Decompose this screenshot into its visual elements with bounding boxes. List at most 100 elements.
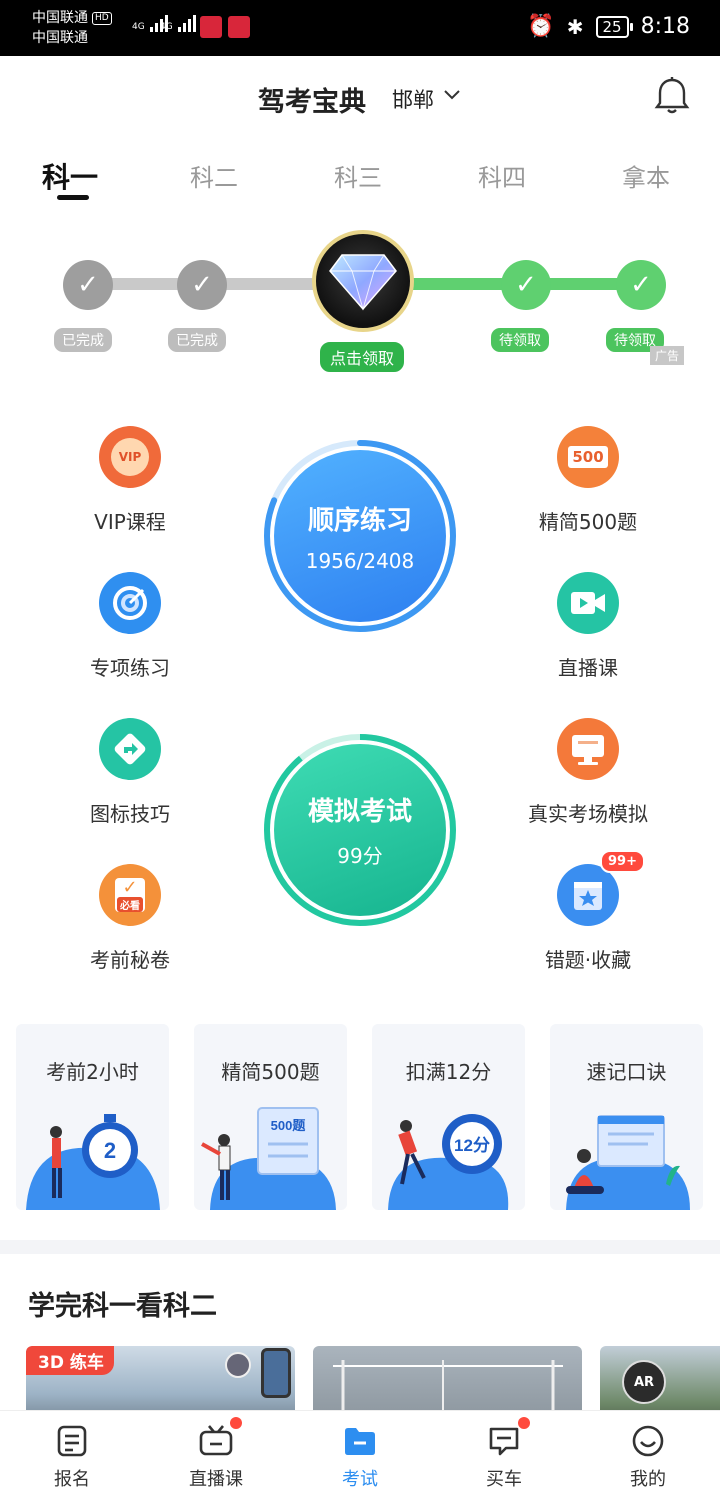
feature-live[interactable]: 直播课 (488, 572, 688, 681)
step-tag-2: 已完成 (168, 328, 226, 352)
feature-vip[interactable]: VIP VIP课程 (30, 426, 230, 535)
chevron-down-icon[interactable] (442, 84, 462, 109)
card-2-hours[interactable]: 考前2小时 2 (16, 1024, 169, 1210)
tab-ke3[interactable]: 科三 (334, 158, 382, 193)
gauge-icon (225, 1352, 251, 1378)
tab-ke4[interactable]: 科四 (478, 158, 526, 193)
stopwatch-text: 2 (104, 1138, 116, 1163)
exam-score: 99分 (337, 844, 383, 868)
card-title: 考前2小时 (46, 1060, 139, 1084)
video-thumbnails: 3D 练车 AR (0, 1346, 720, 1410)
diamond-icon[interactable] (312, 230, 414, 332)
nav-label: 考试 (342, 1469, 378, 1490)
thumb-ar[interactable]: AR (600, 1346, 720, 1410)
card-title: 扣满12分 (405, 1060, 492, 1084)
tab-ke1[interactable]: 科一 (42, 156, 98, 196)
hd-badge: HD (92, 12, 112, 25)
tab-naben[interactable]: 拿本 (622, 158, 670, 193)
scroll-text: 500题 (271, 1118, 307, 1133)
check-icon: ✓ (177, 260, 227, 310)
mock-exam-button[interactable]: 模拟考试 99分 (260, 730, 460, 930)
carrier-info: 中国联通 HD 中国联通 (32, 8, 112, 48)
feature-special-practice[interactable]: 专项练习 (30, 572, 230, 681)
carrier-1: 中国联通 (32, 10, 88, 26)
must-see-label: 必看 (117, 897, 143, 912)
clock-text: 12分 (454, 1136, 490, 1155)
status-bar: 中国联通 HD 中国联通 4G 4G ⏰ ✱ 25 8:18 (0, 0, 720, 56)
ad-label: 广告 (650, 346, 685, 365)
chat-car-icon (489, 1427, 519, 1456)
folder-icon (345, 1428, 375, 1455)
app-title: 驾考宝典 (258, 87, 366, 118)
card-12-points[interactable]: 扣满12分 12分 (372, 1024, 525, 1210)
road-sign-icon (99, 718, 161, 780)
nav-live[interactable]: 直播课 (144, 1411, 288, 1496)
feature-sign-tips[interactable]: 图标技巧 (30, 718, 230, 827)
tab-indicator (57, 195, 89, 200)
check-icon: ✓ (616, 260, 666, 310)
notification-dot (230, 1417, 242, 1429)
section-title: 学完科一看科二 (28, 1291, 217, 1322)
count-badge: 99+ (600, 850, 645, 873)
stopwatch-illustration: 2 (26, 1114, 160, 1210)
city-selector[interactable]: 邯郸 (392, 84, 434, 114)
feature-exam-secret[interactable]: ✓ 必看 考前秘卷 (30, 864, 230, 973)
card-500[interactable]: 精简500题 500题 (194, 1024, 347, 1210)
notification-app-icon (200, 16, 222, 38)
section-divider (0, 1240, 720, 1254)
topic-cards: 考前2小时 2 精简500题 500题 扣满12分 12分 速记口诀 (16, 1024, 704, 1210)
sequential-practice-button[interactable]: 顺序练习 1956/2408 (260, 436, 460, 636)
smile-icon (632, 1425, 664, 1457)
card-title: 精简500题 (221, 1060, 320, 1084)
feature-wrong-favorites[interactable]: 99+ 错题·收藏 (488, 850, 688, 973)
battery-icon: 25 (595, 15, 633, 38)
target-icon (99, 572, 161, 634)
exam-circle: 模拟考试 99分 (274, 744, 446, 916)
check-icon: ✓ (501, 260, 551, 310)
feature-500[interactable]: 500 精简500题 (488, 426, 688, 535)
3d-tag: 3D 练车 (26, 1346, 114, 1375)
exam-paper-icon: ✓ 必看 (99, 864, 161, 926)
notification-app-icon (228, 16, 250, 38)
500-board-icon: 500 (557, 426, 619, 488)
reward-progress-banner[interactable]: ✓ 已完成 ✓ 已完成 点击领取 ✓ 待领取 ✓ 待领取 广告 (0, 218, 720, 378)
signal-bars-icon (177, 14, 196, 32)
nav-exam[interactable]: 考试 (288, 1411, 432, 1496)
feature-label: 真实考场模拟 (528, 802, 648, 826)
feature-real-exam[interactable]: 真实考场模拟 (488, 718, 688, 827)
thumb-3d-practice[interactable]: 3D 练车 (26, 1346, 295, 1410)
check-icon: ✓ (63, 260, 113, 310)
practice-progress-text: 1956/2408 (305, 548, 415, 573)
scroll-illustration: 500题 (201, 1107, 336, 1210)
claim-button[interactable]: 点击领取 (318, 340, 407, 374)
video-camera-icon (557, 572, 619, 634)
nav-label: 直播课 (189, 1469, 243, 1490)
feature-label: VIP课程 (94, 510, 166, 534)
reading-illustration (566, 1115, 690, 1210)
nav-signup[interactable]: 报名 (0, 1411, 144, 1496)
tab-ke2[interactable]: 科二 (190, 158, 238, 193)
feature-label: 错题·收藏 (544, 948, 632, 972)
bell-icon[interactable] (654, 76, 690, 116)
nav-label: 我的 (630, 1469, 666, 1490)
step-tag-4: 待领取 (491, 328, 549, 352)
network-type-1: 4G (132, 22, 145, 32)
nav-profile[interactable]: 我的 (576, 1411, 720, 1496)
carrier-2: 中国联通 (32, 30, 88, 46)
nav-label: 买车 (486, 1469, 522, 1490)
nav-label: 报名 (54, 1469, 90, 1490)
card-title: 速记口诀 (586, 1060, 667, 1084)
step-tag-1: 已完成 (54, 328, 112, 352)
nav-buy-car[interactable]: 买车 (432, 1411, 576, 1496)
document-icon (57, 1425, 87, 1457)
feature-label: 考前秘卷 (90, 948, 170, 972)
status-right: ⏰ ✱ 25 8:18 (527, 14, 690, 39)
clock-illustration: 12分 (388, 1114, 509, 1210)
mirror-icon (261, 1348, 291, 1398)
card-mnemonics[interactable]: 速记口诀 (550, 1024, 703, 1210)
feature-grid: VIP VIP课程 专项练习 图标技巧 ✓ 必看 考前秘卷 500 精简500题 (0, 400, 720, 1000)
practice-title: 顺序练习 (307, 505, 412, 536)
thumb-test-field[interactable] (313, 1346, 582, 1410)
network-type-2: 4G (160, 22, 173, 32)
notification-dot (518, 1417, 530, 1429)
